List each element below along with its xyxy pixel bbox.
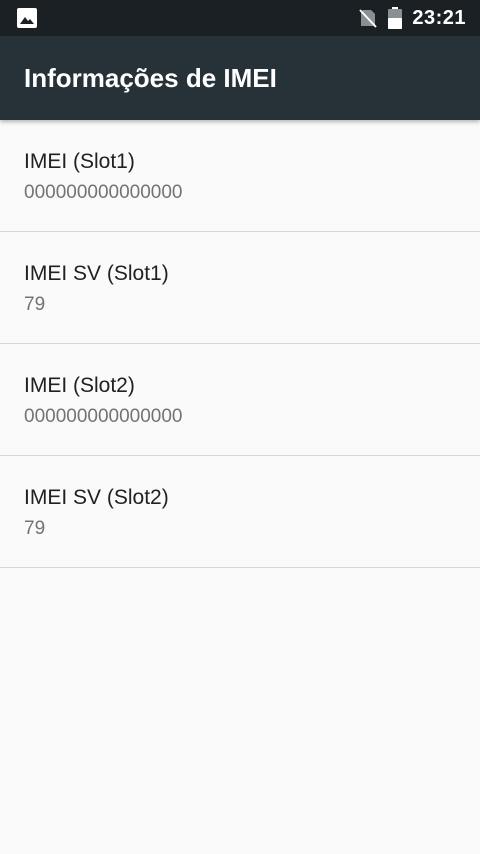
list-item-title: IMEI (Slot2) [24,374,135,397]
list-item-title: IMEI (Slot1) [24,150,135,173]
list-item-title: IMEI SV (Slot1) [24,262,169,285]
list-item-imei-sv-slot1[interactable]: IMEI SV (Slot1) 79 [0,232,480,344]
image-icon [17,8,37,28]
status-time: 23:21 [412,6,466,29]
list-item-value: 79 [24,518,46,539]
list-item-imei-sv-slot2[interactable]: IMEI SV (Slot2) 79 [0,456,480,568]
list-item-imei-slot1[interactable]: IMEI (Slot1) 000000000000000 [0,120,480,232]
no-sim-icon [358,8,378,28]
list-item-value: 000000000000000 [24,182,183,203]
battery-icon [388,7,403,29]
status-icons: 23:21 [358,0,466,36]
page-title: Informações de IMEI [24,63,277,93]
list-item-title: IMEI SV (Slot2) [24,486,169,509]
app-bar: Informações de IMEI [0,36,480,120]
status-bar: 23:21 [0,0,480,36]
imei-list: IMEI (Slot1) 000000000000000 IMEI SV (Sl… [0,120,480,568]
list-item-imei-slot2[interactable]: IMEI (Slot2) 000000000000000 [0,344,480,456]
list-item-value: 000000000000000 [24,406,183,427]
list-item-value: 79 [24,294,46,315]
